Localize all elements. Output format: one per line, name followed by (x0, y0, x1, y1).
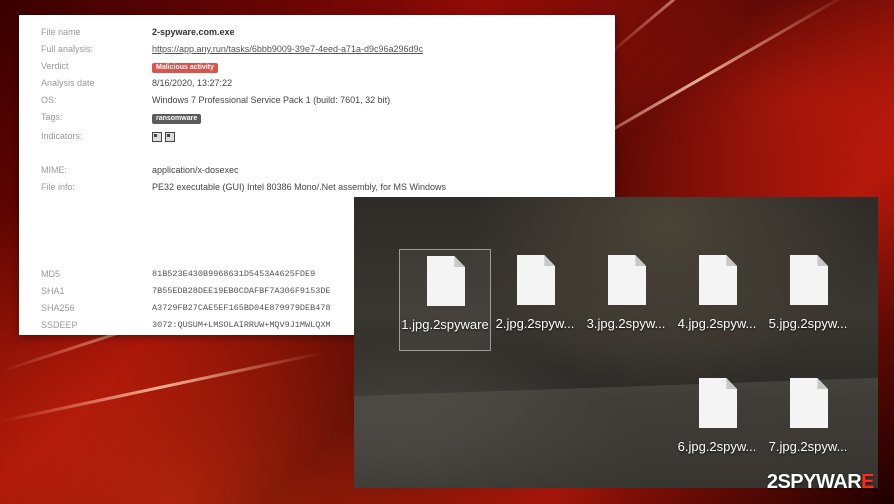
mime-value: application/x-dosexec (152, 165, 239, 175)
sha256-value: A3729FB27CAE5EF165BD04E879979DEB478 (152, 303, 331, 313)
os-value: Windows 7 Professional Service Pack 1 (b… (152, 95, 391, 105)
verdict-badge: Malicious activity (152, 63, 218, 73)
tags-value: ransomware (152, 110, 202, 124)
file-item[interactable]: 1.jpg.2spyware (399, 249, 491, 351)
file-item[interactable]: 2.jpg.2spyw... (490, 249, 580, 349)
md5-value: 81B523E430B9968631D5453A4625FDE9 (152, 269, 316, 279)
file-icon (699, 255, 737, 305)
field-label: Tags: (41, 112, 63, 122)
logo-main: SPYWAR (777, 471, 862, 493)
field-label: File info: (41, 182, 76, 192)
field-label: SHA1 (41, 286, 65, 296)
file-item[interactable]: 7.jpg.2spyw... (763, 372, 853, 472)
indicator-icon[interactable] (165, 131, 175, 142)
file-item[interactable]: 5.jpg.2spyw... (763, 249, 853, 349)
field-label: Indicators: (41, 131, 83, 141)
file-name-value: 2-spyware.com.exe (152, 27, 235, 37)
file-name: 7.jpg.2spyw... (768, 439, 848, 454)
row-file-name: File name 2-spyware.com.exe (19, 25, 615, 39)
ssdeep-value: 3072:QUSUM+LMSOLAIRRUW+MQV9J1MWLQXM (152, 320, 331, 330)
file-name: 1.jpg.2spyware (401, 317, 489, 332)
row-os: OS: Windows 7 Professional Service Pack … (19, 93, 615, 107)
field-label: Verdict (41, 61, 69, 71)
file-icon (427, 256, 465, 306)
row-tags: Tags: ransomware (19, 110, 615, 124)
site-logo: 2SPYWARE (766, 471, 875, 494)
row-verdict: Verdict Malicious activity (19, 59, 615, 73)
indicator-icon[interactable] (152, 131, 162, 142)
file-name: 6.jpg.2spyw... (677, 439, 757, 454)
background-streak (0, 351, 324, 423)
file-icon (699, 378, 737, 428)
logo-prefix: 2 (766, 471, 778, 493)
file-item[interactable]: 4.jpg.2spyw... (672, 249, 762, 349)
background-streak (599, 0, 831, 63)
file-info-value: PE32 executable (GUI) Intel 80386 Mono/.… (152, 182, 446, 192)
field-label: MD5 (41, 269, 61, 279)
field-label: SSDEEP (41, 320, 78, 330)
indicators-value (152, 129, 178, 143)
file-item[interactable]: 3.jpg.2spyw... (581, 249, 671, 349)
file-item[interactable]: 6.jpg.2spyw... (672, 372, 762, 472)
file-icon (517, 255, 555, 305)
file-name: 4.jpg.2spyw... (677, 316, 757, 331)
file-explorer-window: 1.jpg.2spyware 2.jpg.2spyw... 3.jpg.2spy… (354, 197, 878, 488)
file-name: 5.jpg.2spyw... (768, 316, 848, 331)
sha1-value: 7B55EDB28DEE19EB0CDAFBF7A306F9153DE (152, 286, 331, 296)
tag-badge[interactable]: ransomware (152, 114, 202, 124)
logo-suffix: E (861, 471, 874, 493)
field-label: MIME: (41, 165, 67, 175)
file-icon (790, 255, 828, 305)
field-label: File name (41, 27, 81, 37)
row-full-analysis: Full analysis: https://app.any.run/tasks… (19, 42, 615, 56)
field-label: Analysis date (41, 78, 95, 88)
file-name: 2.jpg.2spyw... (495, 316, 575, 331)
field-label: SHA256 (41, 303, 75, 313)
row-indicators: Indicators: (19, 129, 615, 143)
file-icon (790, 378, 828, 428)
field-label: Full analysis: (41, 44, 94, 54)
file-icon (608, 255, 646, 305)
full-analysis-link[interactable]: https://app.any.run/tasks/6bbb9009-39e7-… (152, 42, 423, 56)
analysis-date-value: 8/16/2020, 13:27:22 (152, 78, 233, 88)
row-mime: MIME: application/x-dosexec (19, 163, 615, 177)
row-file-info: File info: PE32 executable (GUI) Intel 8… (19, 180, 615, 194)
verdict-value: Malicious activity (152, 59, 218, 73)
row-analysis-date: Analysis date 8/16/2020, 13:27:22 (19, 76, 615, 90)
file-name: 3.jpg.2spyw... (586, 316, 666, 331)
field-label: OS: (41, 95, 57, 105)
